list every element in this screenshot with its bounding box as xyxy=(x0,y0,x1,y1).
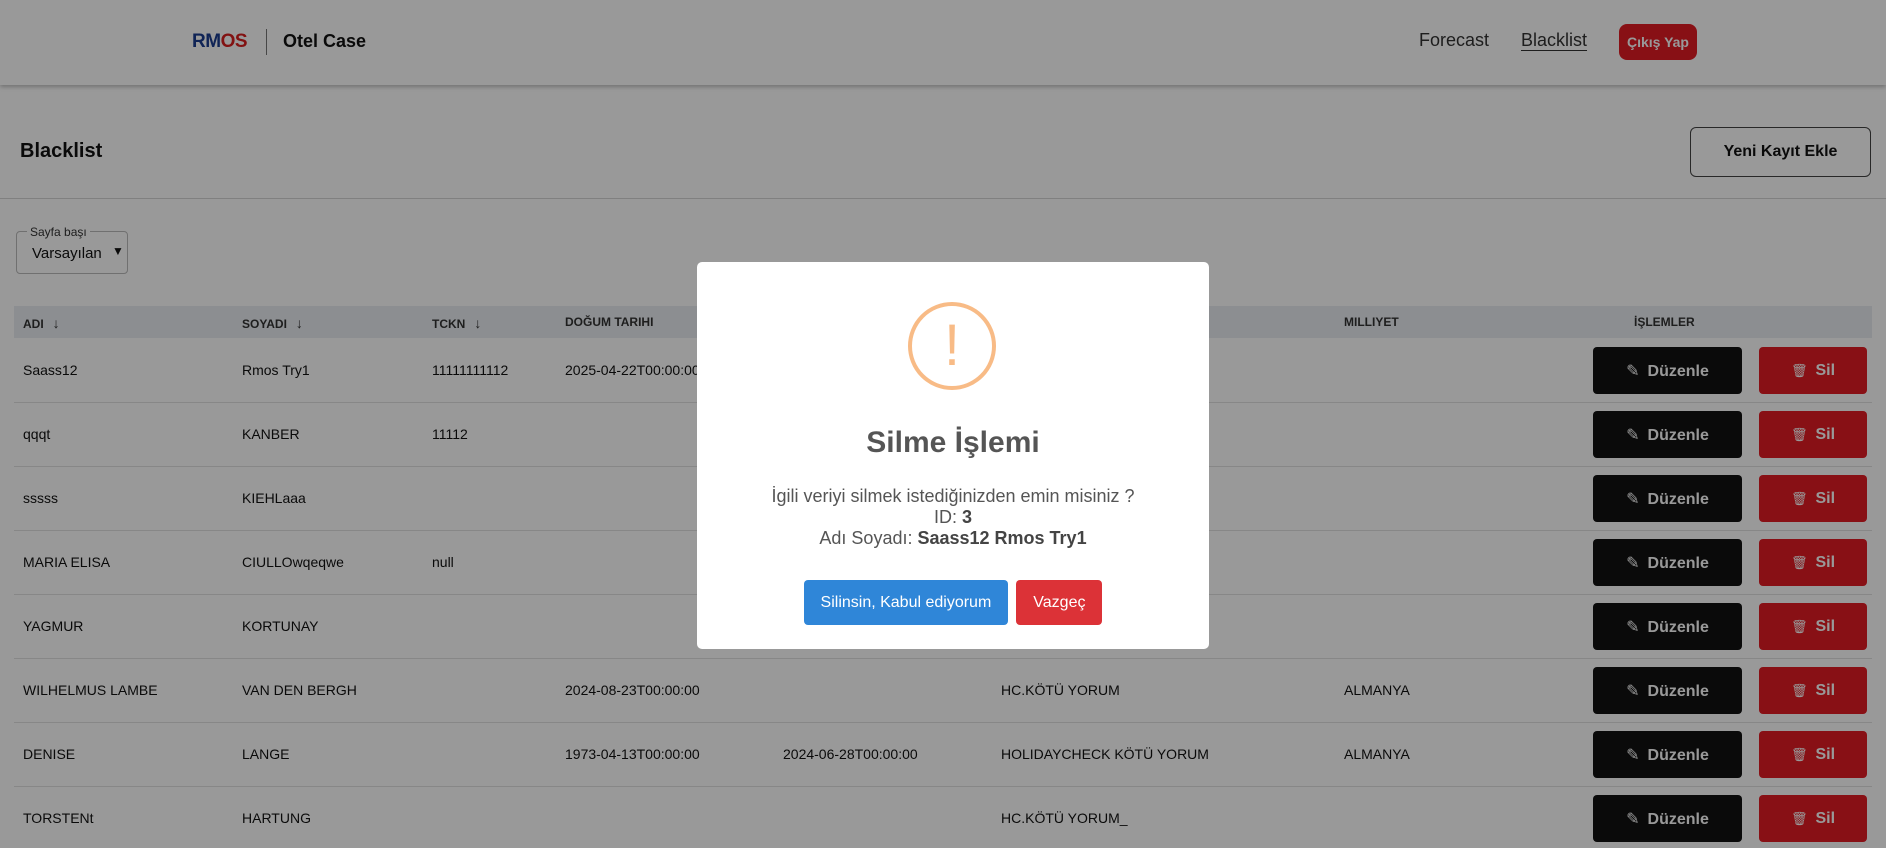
warning-icon: ! xyxy=(908,302,996,390)
id-label: ID: xyxy=(933,507,962,527)
dialog-id-line: ID: 3 xyxy=(697,507,1209,528)
confirm-delete-button[interactable]: Silinsin, Kabul ediyorum xyxy=(803,580,1009,625)
dialog-actions: Silinsin, Kabul ediyorum Vazgeç xyxy=(697,580,1209,625)
dialog-name-line: Adı Soyadı: Saass12 Rmos Try1 xyxy=(697,528,1209,549)
delete-confirm-dialog: ! Silme İşlemi İgili veriyi silmek isted… xyxy=(697,262,1209,649)
name-label: Adı Soyadı: xyxy=(819,528,918,548)
id-value: 3 xyxy=(962,507,973,527)
dialog-title: Silme İşlemi xyxy=(866,426,1040,459)
dialog-message: İgili veriyi silmek istediğinizden emin … xyxy=(697,486,1209,549)
cancel-button[interactable]: Vazgeç xyxy=(1016,580,1103,625)
dialog-question: İgili veriyi silmek istediğinizden emin … xyxy=(771,486,1135,506)
name-value: Saass12 Rmos Try1 xyxy=(917,528,1087,548)
